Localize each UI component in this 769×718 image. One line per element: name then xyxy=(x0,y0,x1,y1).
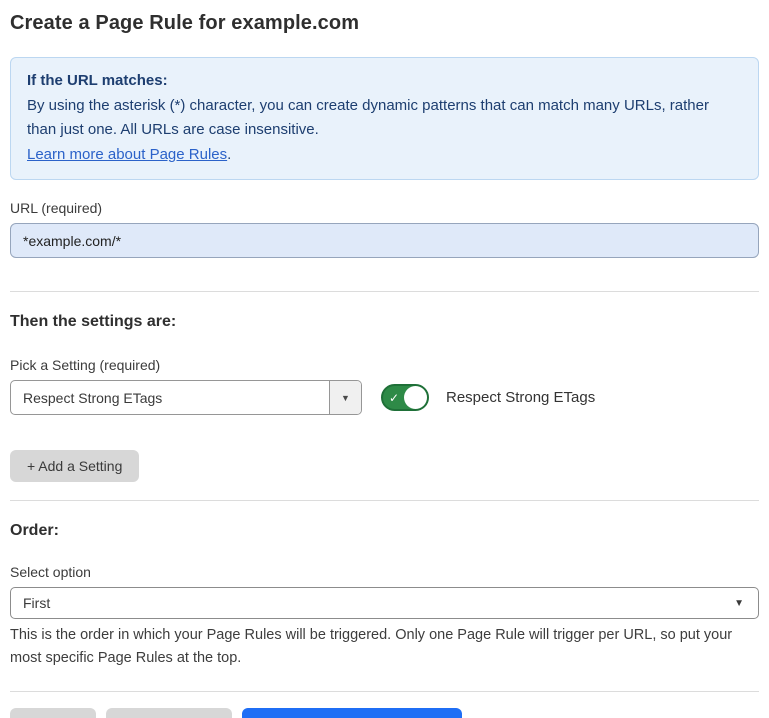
info-box-link-line: Learn more about Page Rules. xyxy=(27,143,742,168)
url-input[interactable] xyxy=(10,223,759,258)
settings-section-heading: Then the settings are: xyxy=(10,313,759,331)
info-box-heading: If the URL matches: xyxy=(27,69,742,94)
link-suffix: . xyxy=(227,146,231,163)
footer-actions: Cancel Save as Draft Save and Deploy Pag… xyxy=(10,708,759,718)
section-divider xyxy=(10,291,759,292)
setting-dropdown[interactable]: Respect Strong ETags ▼ xyxy=(10,380,362,415)
url-match-info-box: If the URL matches: By using the asteris… xyxy=(10,57,759,180)
chevron-down-icon: ▼ xyxy=(734,598,744,609)
learn-more-link[interactable]: Learn more about Page Rules xyxy=(27,146,227,163)
chevron-down-icon: ▼ xyxy=(341,393,350,403)
add-setting-button[interactable]: + Add a Setting xyxy=(10,450,139,482)
save-draft-button[interactable]: Save as Draft xyxy=(106,708,233,718)
cancel-button[interactable]: Cancel xyxy=(10,708,96,718)
page-title: Create a Page Rule for example.com xyxy=(10,12,759,35)
section-divider xyxy=(10,500,759,501)
url-field-label: URL (required) xyxy=(10,200,759,216)
info-box-body: By using the asterisk (*) character, you… xyxy=(27,94,742,143)
check-icon: ✓ xyxy=(389,392,399,404)
order-select-label: Select option xyxy=(10,564,759,580)
save-deploy-button[interactable]: Save and Deploy Page Rule xyxy=(242,708,462,718)
toggle-knob xyxy=(404,386,427,409)
create-page-rule-panel: Create a Page Rule for example.com If th… xyxy=(0,0,769,718)
setting-row: Respect Strong ETags ▼ ✓ Respect Strong … xyxy=(10,380,759,415)
pick-setting-label: Pick a Setting (required) xyxy=(10,357,759,373)
footer-divider xyxy=(10,691,759,692)
setting-dropdown-value: Respect Strong ETags xyxy=(11,381,329,414)
order-select[interactable]: First ▼ xyxy=(10,587,759,619)
order-section-heading: Order: xyxy=(10,522,759,540)
dropdown-arrow-button[interactable]: ▼ xyxy=(329,381,361,414)
order-help-text: This is the order in which your Page Rul… xyxy=(10,624,759,670)
etag-toggle[interactable]: ✓ xyxy=(381,384,429,411)
order-select-value: First xyxy=(23,595,50,611)
toggle-label: Respect Strong ETags xyxy=(446,389,595,406)
